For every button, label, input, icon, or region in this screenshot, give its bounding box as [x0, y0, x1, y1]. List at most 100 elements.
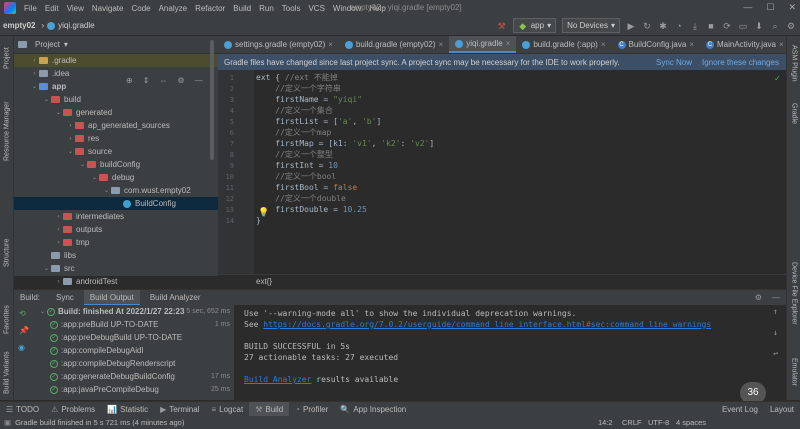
soft-wrap-icon[interactable]: ↩: [773, 349, 778, 358]
menu-item-view[interactable]: View: [63, 4, 88, 13]
close-icon[interactable]: ×: [328, 40, 333, 49]
debug-icon[interactable]: ✱: [658, 21, 668, 31]
editor-tab[interactable]: yiqi.gradle×: [449, 36, 516, 53]
build-console[interactable]: ↑ ↓ ↩ Use '--warning-mode all' to show t…: [236, 305, 786, 400]
project-view-select[interactable]: Project: [35, 40, 60, 49]
tree-item[interactable]: ›androidTest: [14, 275, 218, 288]
hammer-icon[interactable]: ⚒: [497, 21, 507, 31]
tree-item[interactable]: ›.gradle: [14, 54, 218, 67]
menu-item-build[interactable]: Build: [229, 4, 255, 13]
minimize-icon[interactable]: —: [743, 2, 752, 13]
collapsed-arrow-icon[interactable]: ›: [66, 123, 75, 129]
bottom-tab-todo[interactable]: ☰TODO: [0, 402, 45, 417]
editor-tab[interactable]: build.gradle (:app)×: [516, 36, 611, 53]
tree-item[interactable]: libs: [14, 249, 218, 262]
tree-item[interactable]: ›.idea: [14, 67, 218, 80]
tree-item[interactable]: ›ap_generated_sources: [14, 119, 218, 132]
build-task-row[interactable]: ✓:app:generateDebugBuildConfig17 ms: [34, 370, 234, 383]
editor-tab[interactable]: CBuildConfig.java×: [612, 36, 700, 53]
scroll-down-icon[interactable]: ↓: [773, 328, 778, 337]
tree-item[interactable]: ›outputs: [14, 223, 218, 236]
menu-item-run[interactable]: Run: [255, 4, 278, 13]
collapsed-arrow-icon[interactable]: ›: [54, 279, 63, 285]
menu-item-refactor[interactable]: Refactor: [191, 4, 229, 13]
expanded-arrow-icon[interactable]: ⌄: [30, 83, 39, 90]
rerun-icon[interactable]: ⟲: [19, 309, 34, 318]
collapsed-arrow-icon[interactable]: ›: [54, 227, 63, 233]
bottom-tab-build[interactable]: ⚒Build: [249, 402, 289, 417]
tree-item[interactable]: ⌄debug: [14, 171, 218, 184]
collapsed-arrow-icon[interactable]: ›: [66, 136, 75, 142]
scroll-up-icon[interactable]: ↑: [773, 307, 778, 316]
profile-icon[interactable]: ◔: [674, 21, 684, 31]
ignore-changes-link[interactable]: Ignore these changes: [702, 58, 779, 67]
favorites-tool-tab[interactable]: Favorites: [0, 298, 14, 342]
bottom-tab-problems[interactable]: ⚠Problems: [45, 402, 101, 417]
expanded-arrow-icon[interactable]: ⌄: [42, 96, 51, 103]
expanded-arrow-icon[interactable]: ⌄: [42, 265, 51, 272]
run-config-select[interactable]: ◆app▾: [513, 18, 556, 33]
build-tab-sync[interactable]: Sync: [50, 290, 80, 306]
line-separator[interactable]: CRLF: [622, 418, 642, 427]
caret-position[interactable]: 14:2: [598, 418, 613, 427]
hide-icon[interactable]: —: [772, 293, 780, 302]
tree-item[interactable]: ⌄source: [14, 145, 218, 158]
console-link[interactable]: Build Analyzer: [244, 375, 311, 384]
inspection-ok-icon[interactable]: ✓: [775, 74, 780, 84]
status-icon[interactable]: ▣: [0, 418, 11, 427]
menu-item-analyze[interactable]: Analyze: [155, 4, 191, 13]
collapsed-arrow-icon[interactable]: ›: [54, 240, 63, 246]
editor-tab[interactable]: settings.gradle (empty02)×: [218, 36, 339, 53]
bottom-tab-event-log[interactable]: Event Log: [716, 402, 764, 417]
menu-item-code[interactable]: Code: [127, 4, 154, 13]
device-select[interactable]: No Devices▾: [562, 18, 620, 33]
close-icon[interactable]: ×: [689, 40, 694, 49]
tree-item[interactable]: ⌄src: [14, 262, 218, 275]
build-tab-analyzer[interactable]: Build Analyzer: [144, 290, 207, 306]
close-icon[interactable]: ✕: [788, 2, 796, 13]
tree-item[interactable]: ⌄app: [14, 80, 218, 93]
build-task-row[interactable]: ✓:app:javaPreCompileDebug25 ms: [34, 383, 234, 396]
bottom-tab-logcat[interactable]: ≡Logcat: [205, 402, 249, 417]
build-task-row[interactable]: ✓:app:preDebugBuild UP-TO-DATE: [34, 331, 234, 344]
resource-manager-tool-tab[interactable]: Resource Manager: [0, 86, 14, 176]
file-encoding[interactable]: UTF-8: [648, 418, 669, 427]
code-breadcrumb[interactable]: ext{}: [218, 274, 786, 288]
bottom-tab-statistic[interactable]: 📊Statistic: [101, 402, 154, 417]
tree-item[interactable]: ⌄build: [14, 93, 218, 106]
maximize-icon[interactable]: ☐: [766, 2, 774, 13]
chevron-down-icon[interactable]: ▾: [64, 40, 68, 49]
breadcrumb-file[interactable]: yiqi.gradle: [55, 21, 97, 30]
bottom-tab-profiler[interactable]: ◔Profiler: [289, 402, 334, 417]
close-icon[interactable]: ×: [439, 40, 444, 49]
close-icon[interactable]: ×: [601, 40, 606, 49]
expanded-arrow-icon[interactable]: ⌄: [66, 148, 75, 155]
sync-icon[interactable]: ⟳: [722, 21, 732, 31]
search-icon[interactable]: ⌕: [770, 21, 780, 31]
run-icon[interactable]: ▶: [626, 21, 636, 31]
build-task-row[interactable]: ✓:app:compileDebugAidl: [34, 344, 234, 357]
project-tool-tab[interactable]: Project: [0, 38, 14, 78]
eye-icon[interactable]: ◉: [18, 343, 34, 352]
expanded-arrow-icon[interactable]: ⌄: [78, 161, 87, 168]
avd-manager-icon[interactable]: ▭: [738, 21, 748, 31]
expanded-arrow-icon[interactable]: ⌄: [90, 174, 99, 181]
close-icon[interactable]: ×: [506, 39, 511, 48]
build-variants-tool-tab[interactable]: Build Variants: [0, 346, 14, 400]
indent-setting[interactable]: 4 spaces: [676, 418, 706, 427]
build-task-row[interactable]: ✓:app:compileDebugRenderscript: [34, 357, 234, 370]
attach-icon[interactable]: ⤓: [690, 21, 700, 31]
bottom-tab-terminal[interactable]: ▶Terminal: [154, 402, 205, 417]
expanded-arrow-icon[interactable]: ⌄: [38, 308, 47, 315]
bottom-tab-app-inspection[interactable]: 🔍App Inspection: [334, 402, 412, 417]
menu-item-tools[interactable]: Tools: [278, 4, 305, 13]
bottom-tab-layout[interactable]: Layout: [764, 402, 800, 417]
collapsed-arrow-icon[interactable]: ›: [30, 58, 39, 64]
tree-item[interactable]: BuildConfig: [14, 197, 218, 210]
editor-tab[interactable]: build.gradle (empty02)×: [339, 36, 449, 53]
menu-item-edit[interactable]: Edit: [41, 4, 63, 13]
collapsed-arrow-icon[interactable]: ›: [30, 71, 39, 77]
console-link[interactable]: https://docs.gradle.org/7.0.2/userguide/…: [263, 320, 711, 329]
rerun-icon[interactable]: ↻: [642, 21, 652, 31]
build-task-row[interactable]: ⌄✓Build: finished At 2022/1/27 22:235 se…: [34, 305, 234, 318]
